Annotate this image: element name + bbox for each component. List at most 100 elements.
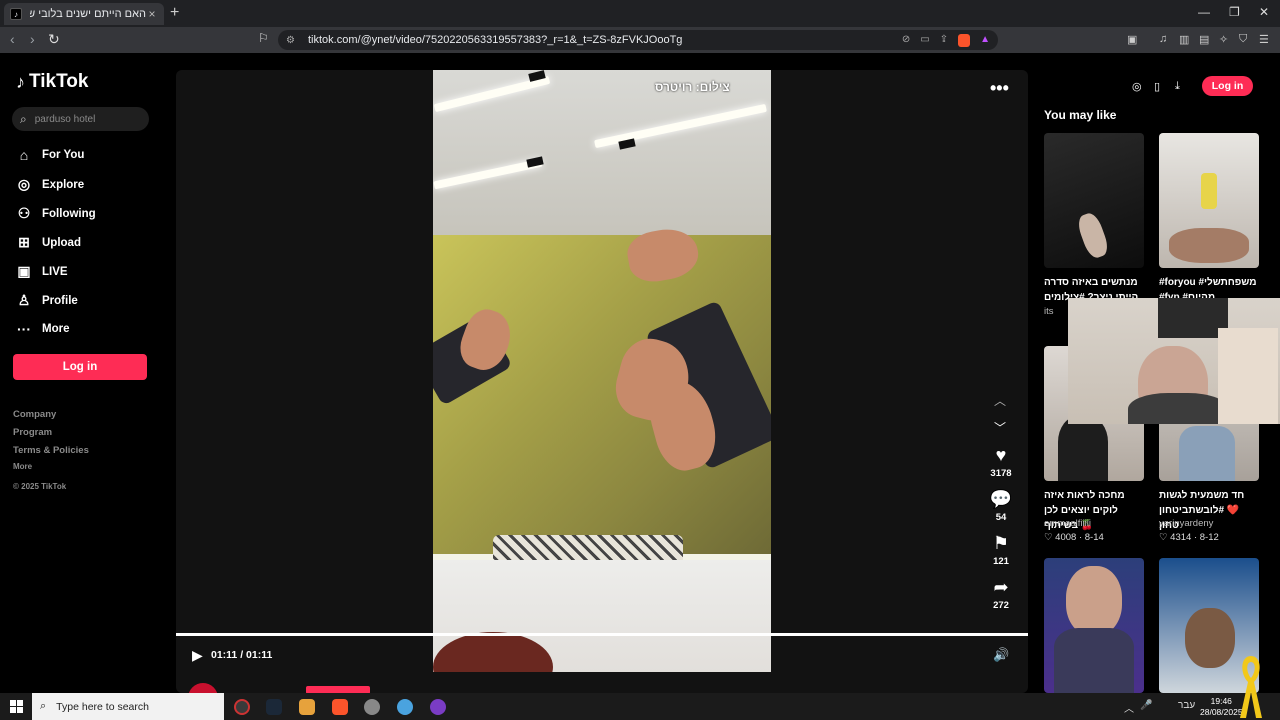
home-icon: ⌂ [19,147,29,163]
tab-title: האם הייתם ישנים בלובי של מלון [30,8,146,20]
wallet-icon[interactable]: ▣ [1127,33,1137,46]
people-icon: ⚇ [17,205,31,221]
explore-top-icon[interactable]: ◎ [1132,80,1142,93]
brave-rewards-icon[interactable]: ▲ [980,34,990,47]
heart-icon: ♥ [995,445,1007,465]
recommended-thumbnail[interactable] [1159,133,1259,268]
taskbar-search[interactable]: ⌕ Type here to search [32,693,224,720]
heart-outline-icon: ♡ [1044,532,1053,543]
windows-start-icon[interactable] [10,700,23,713]
yellow-ribbon-icon [1240,656,1262,718]
share-action[interactable]: ➦ 272 [986,577,1016,611]
app-icon-6[interactable] [397,699,413,715]
nav-live[interactable]: ▣ LIVE [16,263,67,280]
download-icon[interactable]: ⤓ [1175,80,1180,93]
sidebar-icon[interactable]: ▥ [1179,33,1189,46]
tiktok-logo[interactable]: ♪ TikTok [16,71,88,93]
upload-icon: ⊞ [18,234,30,250]
comment-icon: 💬 [989,489,1013,509]
music-icon[interactable]: ♫ [1159,33,1167,45]
save-count: 121 [993,556,1009,567]
time-display: 01:11 / 01:11 [211,649,273,661]
comment-action[interactable]: 💬 54 [986,489,1016,523]
play-icon[interactable]: ▶ [192,647,203,664]
steam-icon[interactable] [266,699,282,715]
like-action[interactable]: ♥ 3178 [986,445,1016,479]
login-button[interactable]: Log in [13,354,147,380]
recommended-thumbnail[interactable] [1044,133,1144,268]
more-options-icon[interactable]: ••• [990,78,1009,99]
you-may-like-heading: You may like [1044,108,1117,122]
footer-program[interactable]: Program [13,427,52,438]
nav-upload[interactable]: ⊞ Upload [16,234,81,251]
video-counter [433,560,771,672]
nav-explore[interactable]: ◎ Explore [16,176,84,193]
nav-profile[interactable]: ♙ Profile [16,292,78,309]
tray-chevron-icon[interactable]: ︿ [1124,700,1134,715]
recommended-stats: ♡ 4008 · 8-14 [1044,532,1104,543]
nav-following[interactable]: ⚇ Following [16,205,96,222]
footer-company[interactable]: Company [13,409,56,420]
save-action[interactable]: ⚑ 121 [986,533,1016,567]
video-player[interactable]: צילום: רויטרס [433,70,771,672]
site-info-icon[interactable]: ⚙ [286,35,300,46]
share-count: 272 [993,600,1009,611]
minimize-icon[interactable]: — [1198,5,1210,19]
menu-icon[interactable]: ☰ [1259,33,1269,46]
footer-terms[interactable]: Terms & Policies [13,445,89,456]
share-icon[interactable]: ⇪ [940,34,948,47]
restore-icon[interactable]: ❐ [1229,5,1240,19]
recommended-thumbnail[interactable] [1044,558,1144,693]
app-icon-7[interactable] [430,699,446,715]
bookmark-icon[interactable]: ⚐ [258,31,269,45]
reload-icon[interactable]: ↻ [48,31,60,48]
recommended-user[interactable]: emmaalfiiiii [1044,518,1144,529]
browser-tabbar: ♪ האם הייתם ישנים בלובי של מלון × + — ❐ … [0,0,1280,27]
progress-bar[interactable] [176,633,1028,636]
phone-icon[interactable]: ▯ [1154,80,1160,93]
footer-more[interactable]: More [13,462,32,471]
forward-icon[interactable]: › [30,31,35,47]
close-tab-icon[interactable]: × [146,7,158,21]
volume-icon[interactable]: 🔊 [993,647,1009,663]
tiktok-favicon-icon: ♪ [10,8,22,20]
like-count: 3178 [990,468,1012,479]
next-video-icon[interactable]: ﹀ [994,419,1006,436]
language-indicator[interactable]: עבר [1178,700,1195,711]
heart-outline-icon: ♡ [1159,532,1168,543]
back-icon[interactable]: ‹ [10,31,15,47]
url-bar[interactable]: ⚙ tiktok.com/@ynet/video/752022056331955… [278,30,998,50]
windows-taskbar: ⌕ Type here to search ︿ 🎤 עבר 19:46 28/0… [0,693,1280,720]
address-toolbar: ‹ › ↻ ⚐ ⚙ tiktok.com/@ynet/video/7520220… [0,27,1280,53]
recommended-stats: ♡ 4314 · 8-12 [1159,532,1219,543]
top-login-button[interactable]: Log in [1202,76,1253,96]
search-input[interactable]: ⌕ parduso hotel [12,107,149,131]
wallet2-icon[interactable]: ▤ [1199,33,1209,46]
prev-video-icon[interactable]: ︿ [994,392,1006,409]
comment-count: 54 [995,512,1007,523]
tiktok-note-icon: ♪ [16,71,25,92]
webcam-overlay [1068,298,1280,424]
nav-for-you[interactable]: ⌂ For You [16,147,85,163]
close-window-icon[interactable]: ✕ [1259,5,1269,19]
app-icon-1[interactable] [234,699,250,715]
vpn-icon[interactable]: ⛉ [1239,33,1247,46]
profile-icon: ♙ [17,292,31,308]
url-text: tiktok.com/@ynet/video/75202205633195573… [308,34,683,46]
search-value: parduso hotel [34,113,96,125]
new-tab-icon[interactable]: + [170,4,179,22]
brave-shields-icon[interactable] [958,33,971,47]
brave-taskbar-icon[interactable] [332,699,348,715]
browser-tab[interactable]: ♪ האם הייתם ישנים בלובי של מלון × [4,3,164,25]
recommended-user[interactable]: yarinyardeny [1159,518,1259,529]
footer-copyright: © 2025 TikTok [13,482,67,491]
mic-icon[interactable]: 🎤 [1140,700,1152,711]
bookmark-save-icon: ⚑ [992,533,1010,553]
leo-icon[interactable]: ✧ [1219,33,1228,46]
app-icon-5[interactable] [364,699,380,715]
cast-icon[interactable]: ▭ [920,34,929,47]
nav-more[interactable]: ··· More [16,321,69,337]
no-image-icon[interactable]: ⊘ [902,34,910,47]
file-explorer-icon[interactable] [299,699,315,715]
sidebar: ♪ TikTok ⌕ parduso hotel ⌂ For You ◎ Explo… [0,53,175,693]
